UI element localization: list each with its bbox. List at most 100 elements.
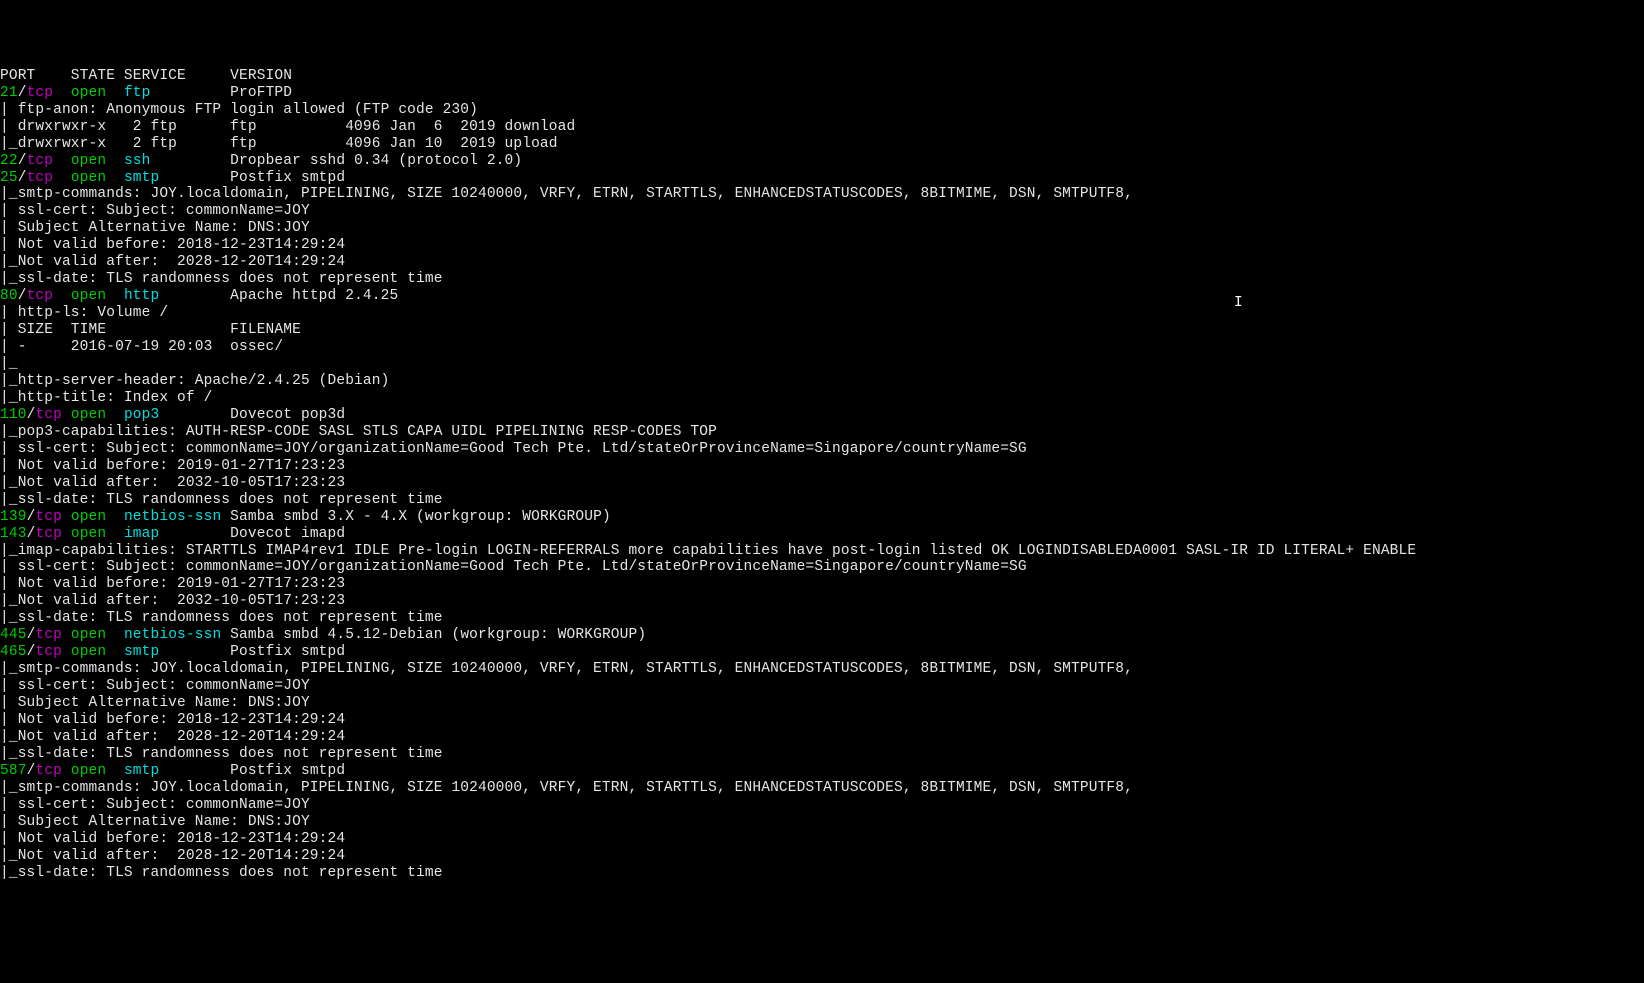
output-line: |_drwxrwxr-x 2 ftp ftp 4096 Jan 10 2019 … — [0, 136, 1644, 153]
segment: / — [18, 288, 27, 304]
segment — [62, 509, 71, 525]
text-cursor: I — [1234, 295, 1243, 312]
output-line: | drwxrwxr-x 2 ftp ftp 4096 Jan 6 2019 d… — [0, 119, 1644, 136]
output-line: 21/tcp open ftp ProFTPD — [0, 85, 1644, 102]
segment — [62, 763, 71, 779]
segment: | ssl-cert: Subject: commonName=JOY — [0, 797, 310, 813]
output-line: |_ssl-date: TLS randomness does not repr… — [0, 492, 1644, 509]
segment — [106, 509, 124, 525]
segment: 110 — [0, 407, 27, 423]
segment: | - 2016-07-19 20:03 ossec/ — [0, 339, 283, 355]
segment: | drwxrwxr-x 2 ftp ftp 4096 Jan 6 2019 d… — [0, 119, 575, 135]
segment: netbios-ssn — [124, 509, 221, 525]
output-line: 465/tcp open smtp Postfix smtpd — [0, 644, 1644, 661]
terminal-output[interactable]: PORT STATE SERVICE VERSION21/tcp open ft… — [0, 68, 1644, 882]
segment — [53, 153, 71, 169]
segment: tcp — [35, 627, 62, 643]
segment: Dovecot imapd — [159, 526, 345, 542]
output-line: |_pop3-capabilities: AUTH-RESP-CODE SASL… — [0, 424, 1644, 441]
output-line: | http-ls: Volume / — [0, 305, 1644, 322]
output-line: | SIZE TIME FILENAME — [0, 322, 1644, 339]
segment: open — [71, 153, 106, 169]
segment — [106, 288, 124, 304]
segment: tcp — [35, 509, 62, 525]
segment: imap — [124, 526, 159, 542]
output-line: |_Not valid after: 2028-12-20T14:29:24 — [0, 848, 1644, 865]
output-line: |_smtp-commands: JOY.localdomain, PIPELI… — [0, 780, 1644, 797]
output-line: | Not valid before: 2018-12-23T14:29:24 — [0, 712, 1644, 729]
segment: |_Not valid after: 2028-12-20T14:29:24 — [0, 729, 345, 745]
segment: | Subject Alternative Name: DNS:JOY — [0, 695, 310, 711]
segment: |_Not valid after: 2032-10-05T17:23:23 — [0, 475, 345, 491]
segment: tcp — [35, 644, 62, 660]
segment: Dovecot pop3d — [159, 407, 345, 423]
segment: open — [71, 763, 106, 779]
segment — [62, 407, 71, 423]
output-line: | Subject Alternative Name: DNS:JOY — [0, 695, 1644, 712]
output-line: |_Not valid after: 2032-10-05T17:23:23 — [0, 593, 1644, 610]
output-line: | Not valid before: 2018-12-23T14:29:24 — [0, 831, 1644, 848]
output-line: |_smtp-commands: JOY.localdomain, PIPELI… — [0, 661, 1644, 678]
segment: | ssl-cert: Subject: commonName=JOY/orga… — [0, 559, 1027, 575]
output-line: 110/tcp open pop3 Dovecot pop3d — [0, 407, 1644, 424]
segment: | ssl-cert: Subject: commonName=JOY — [0, 678, 310, 694]
output-line: | Subject Alternative Name: DNS:JOY — [0, 220, 1644, 237]
output-line: 25/tcp open smtp Postfix smtpd — [0, 170, 1644, 187]
segment: | Subject Alternative Name: DNS:JOY — [0, 220, 310, 236]
output-line: |_ — [0, 356, 1644, 373]
output-line: |_Not valid after: 2028-12-20T14:29:24 — [0, 254, 1644, 271]
segment: 587 — [0, 763, 27, 779]
output-line: | - 2016-07-19 20:03 ossec/ — [0, 339, 1644, 356]
segment: |_drwxrwxr-x 2 ftp ftp 4096 Jan 10 2019 … — [0, 136, 558, 152]
segment — [106, 644, 124, 660]
segment: ssh — [124, 153, 151, 169]
segment: / — [18, 170, 27, 186]
segment — [62, 644, 71, 660]
segment: ftp — [124, 85, 151, 101]
segment: Dropbear sshd 0.34 (protocol 2.0) — [151, 153, 523, 169]
segment: |_Not valid after: 2028-12-20T14:29:24 — [0, 848, 345, 864]
output-line: | Not valid before: 2019-01-27T17:23:23 — [0, 458, 1644, 475]
segment — [106, 627, 124, 643]
segment: open — [71, 627, 106, 643]
segment: |_ssl-date: TLS randomness does not repr… — [0, 746, 443, 762]
segment: Samba smbd 3.X - 4.X (workgroup: WORKGRO… — [221, 509, 610, 525]
segment: ProFTPD — [151, 85, 293, 101]
segment: http — [124, 288, 159, 304]
output-line: |_http-title: Index of / — [0, 390, 1644, 407]
segment — [62, 627, 71, 643]
segment: 25 — [0, 170, 18, 186]
segment: | Not valid before: 2018-12-23T14:29:24 — [0, 237, 345, 253]
segment: Apache httpd 2.4.25 — [159, 288, 398, 304]
segment: |_imap-capabilities: STARTTLS IMAP4rev1 … — [0, 543, 1416, 559]
segment: open — [71, 644, 106, 660]
segment: tcp — [35, 407, 62, 423]
segment: |_ssl-date: TLS randomness does not repr… — [0, 610, 443, 626]
segment: |_http-server-header: Apache/2.4.25 (Deb… — [0, 373, 389, 389]
segment: |_smtp-commands: JOY.localdomain, PIPELI… — [0, 661, 1142, 677]
segment: / — [18, 85, 27, 101]
segment: | ftp-anon: Anonymous FTP login allowed … — [0, 102, 478, 118]
output-line: | Not valid before: 2018-12-23T14:29:24 — [0, 237, 1644, 254]
output-line: 22/tcp open ssh Dropbear sshd 0.34 (prot… — [0, 153, 1644, 170]
output-line: 587/tcp open smtp Postfix smtpd — [0, 763, 1644, 780]
segment: 465 — [0, 644, 27, 660]
segment — [53, 170, 71, 186]
segment: |_http-title: Index of / — [0, 390, 212, 406]
output-line: 139/tcp open netbios-ssn Samba smbd 3.X … — [0, 509, 1644, 526]
segment: netbios-ssn — [124, 627, 221, 643]
output-line: |_ssl-date: TLS randomness does not repr… — [0, 865, 1644, 882]
segment: open — [71, 85, 106, 101]
segment: |_ssl-date: TLS randomness does not repr… — [0, 271, 443, 287]
segment: pop3 — [124, 407, 159, 423]
output-line: |_smtp-commands: JOY.localdomain, PIPELI… — [0, 186, 1644, 203]
output-line: | ssl-cert: Subject: commonName=JOY — [0, 797, 1644, 814]
segment — [106, 526, 124, 542]
segment: open — [71, 170, 106, 186]
segment: 21 — [0, 85, 18, 101]
segment: Postfix smtpd — [159, 763, 345, 779]
segment: open — [71, 288, 106, 304]
segment: | Not valid before: 2018-12-23T14:29:24 — [0, 712, 345, 728]
segment: tcp — [27, 153, 54, 169]
segment — [53, 288, 71, 304]
